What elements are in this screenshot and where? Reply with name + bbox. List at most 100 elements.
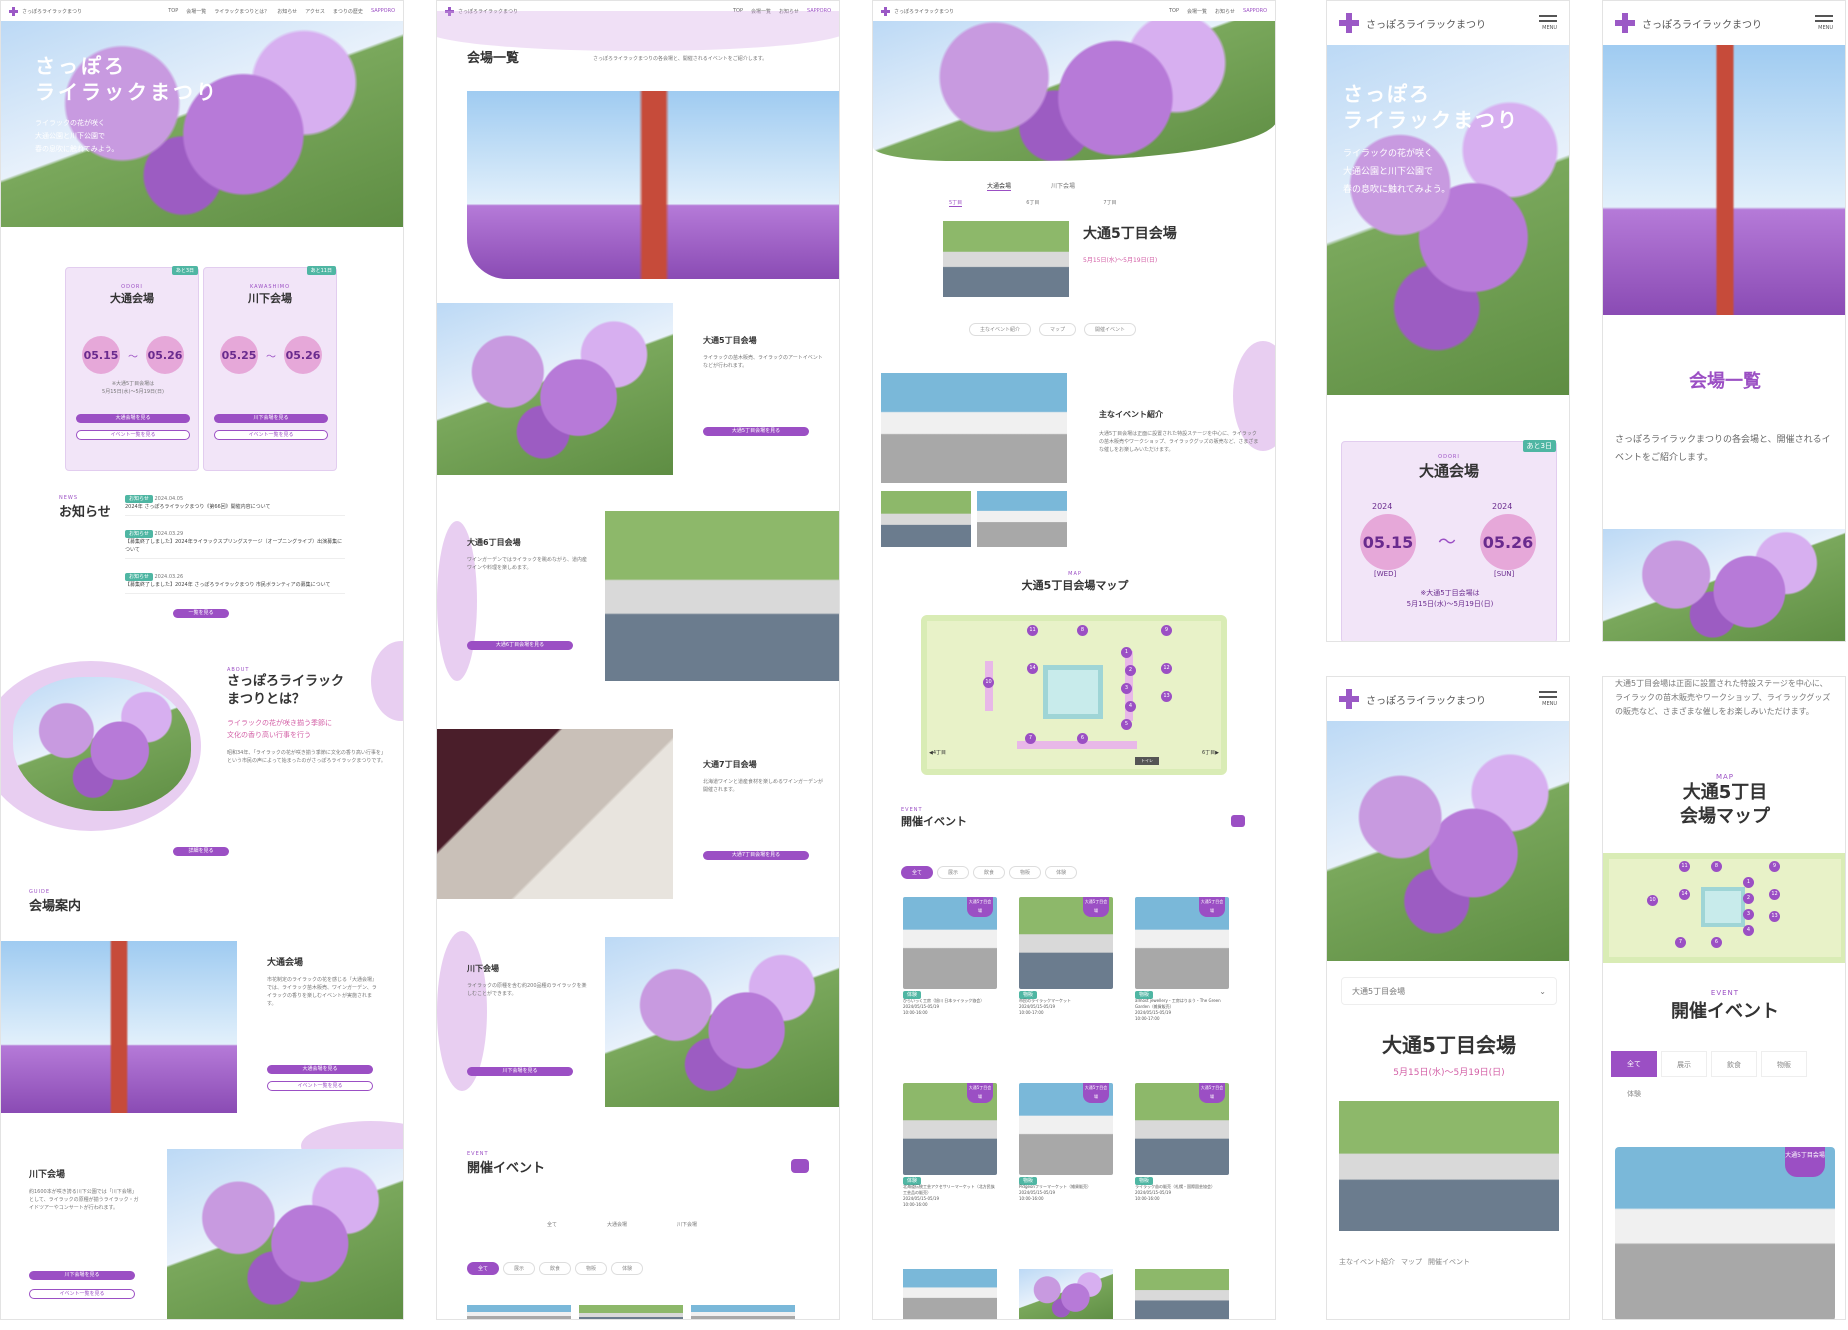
chip-exhibit[interactable]: 展示 (937, 866, 970, 879)
site-logo[interactable]: さっぽろライラックまつり (1615, 13, 1762, 33)
tab-kawashimo[interactable]: 川下会場 (677, 1221, 697, 1228)
nav-item[interactable]: SAPPORO (1243, 8, 1267, 15)
site-logo[interactable]: さっぽろライラックまつり (9, 6, 82, 16)
site-logo[interactable]: さっぽろライラックまつり (1339, 13, 1486, 33)
chip-food[interactable]: 飲食 (1711, 1051, 1757, 1077)
event-card[interactable]: 大通5丁目会場 物販 市民のライラックマーケット 2024/05/15-05/19 1… (1019, 897, 1113, 1016)
chip-all[interactable]: 全て (1611, 1051, 1657, 1077)
venue-7-button[interactable]: 大通7丁目会場を見る (703, 851, 809, 860)
map-pin[interactable]: 7 (1025, 733, 1036, 744)
news-more-button[interactable]: 一覧を見る (173, 609, 229, 618)
event-card[interactable]: 大通5丁目会場 物販 almost jewellery・工房はりまう・The Gr… (1135, 897, 1229, 1022)
map-pin[interactable]: 6 (1711, 937, 1722, 948)
map-pin[interactable]: 10 (1647, 895, 1658, 906)
anchor-events[interactable]: 開催イベント (1084, 323, 1137, 336)
nav-item[interactable]: アクセス (305, 8, 325, 15)
anchor-intro[interactable]: 主なイベント紹介 (1339, 1257, 1395, 1267)
venue-card-odori[interactable]: あと3日 ODORI 大通会場 2024 05.15 [WED] 〜 2024 … (1341, 440, 1557, 641)
chip-experience[interactable]: 体験 (1611, 1081, 1657, 1107)
venue-select[interactable]: 大通5丁目会場 ⌄ (1341, 977, 1557, 1005)
venue-5-button[interactable]: 大通5丁目会場を見る (703, 427, 809, 436)
map-pin[interactable]: 3 (1743, 909, 1754, 920)
map-pin[interactable]: 11 (1027, 625, 1038, 636)
map-pin[interactable]: 14 (1027, 663, 1038, 674)
anchor-intro[interactable]: 主なイベント紹介 (969, 323, 1032, 336)
event-card[interactable]: 大通5丁目会場 物販 ライラック苗の販売（札幌・国際園芸協会） 2024/05/15… (1135, 1083, 1229, 1202)
site-logo[interactable]: さっぽろライラックまつり (1339, 689, 1486, 709)
event-card[interactable]: 大通5丁目会場 体験 ひらいっく工房（旭川 日本ライラック協会） 2024/05/1… (903, 897, 997, 1016)
tab-block-5[interactable]: 5丁目 (949, 199, 963, 207)
nav-item[interactable]: TOP (168, 8, 178, 15)
event-card[interactable]: 大通5丁目会場 体験 北海道伝統工芸アクセサリーマーケット（北方民族工芸品の販売）… (903, 1083, 997, 1208)
chip-exhibit[interactable]: 展示 (1661, 1051, 1707, 1077)
map-pin[interactable]: 8 (1711, 861, 1722, 872)
map-pin[interactable]: 2 (1125, 665, 1136, 676)
venue-kawashimo-button[interactable]: 川下会場を見る (467, 1067, 573, 1076)
venue-card-odori[interactable]: あと3日 ODORI 大通会場 05.15 〜 05.26 ※大通5丁目会場は 5… (65, 266, 199, 471)
nav-item[interactable]: お知らせ (277, 8, 297, 15)
chip-all[interactable]: 全て (467, 1262, 500, 1275)
odori-event-button[interactable]: イベント一覧を見る (267, 1081, 373, 1091)
map-pin[interactable]: 4 (1125, 701, 1136, 712)
venue-6-button[interactable]: 大通6丁目会場を見る (467, 641, 573, 650)
event-card-image[interactable]: 大通5丁目会場 (1615, 1147, 1835, 1319)
news-item[interactable]: お知らせ 2024.03.26 【募集終了しました】2024年 さっぽろライラッ… (125, 573, 345, 594)
nav-item[interactable]: まつりの歴史 (333, 8, 363, 15)
chip-food[interactable]: 飲食 (973, 866, 1006, 879)
nav-item[interactable]: お知らせ (1215, 8, 1235, 15)
tab-odori[interactable]: 大通会場 (607, 1221, 627, 1228)
news-item[interactable]: お知らせ 2024.04.05 2024年 さっぽろライラックまつり《第66回》… (125, 495, 345, 516)
map-pin[interactable]: 13 (1161, 691, 1172, 702)
map-pin[interactable]: 1 (1743, 877, 1754, 888)
venue-detail-button[interactable]: 川下会場を見る (214, 414, 328, 423)
map-pin[interactable]: 8 (1077, 625, 1088, 636)
nav-item[interactable]: 会場一覧 (1187, 8, 1207, 15)
anchor-map[interactable]: マップ (1039, 323, 1077, 336)
tab-all[interactable]: 全て (547, 1221, 557, 1228)
chip-experience[interactable]: 体験 (1045, 866, 1078, 879)
nav-item[interactable]: TOP (1169, 8, 1179, 15)
chip-food[interactable]: 飲食 (539, 1262, 572, 1275)
map-pin[interactable]: 9 (1161, 625, 1172, 636)
chip-experience[interactable]: 体験 (611, 1262, 644, 1275)
venue-card-kawashimo[interactable]: あと11日 KAWASHIMO 川下会場 05.25 〜 05.26 川下会場を… (203, 266, 337, 471)
map-pin[interactable]: 2 (1743, 893, 1754, 904)
map-pin[interactable]: 6 (1077, 733, 1088, 744)
chip-goods[interactable]: 物販 (575, 1262, 608, 1275)
site-logo[interactable]: さっぽろライラックまつり (881, 6, 954, 16)
venue-map[interactable]: 11 8 9 1 2 3 4 5 10 14 12 13 7 6 ◀4丁目 6丁… (921, 615, 1227, 775)
map-pin[interactable]: 3 (1121, 683, 1132, 694)
chip-exhibit[interactable]: 展示 (503, 1262, 536, 1275)
map-pin[interactable]: 12 (1161, 663, 1172, 674)
grid-view-icon[interactable] (791, 1159, 809, 1173)
tab-block-7[interactable]: 7丁目 (1103, 199, 1116, 207)
map-pin[interactable]: 5 (1121, 719, 1132, 730)
event-card[interactable]: 大通5丁目会場 物販 Pidgeonフリーマーケット（雑貨販売） 2024/05/1… (1019, 1083, 1113, 1202)
grid-view-icon[interactable] (1231, 815, 1245, 827)
venue-map[interactable]: 11 8 9 1 2 3 4 10 14 12 13 7 6 (1603, 853, 1845, 963)
nav-item[interactable]: ライラックまつりとは？ (214, 8, 269, 15)
tab-kawashimo[interactable]: 川下会場 (1051, 181, 1075, 191)
anchor-map[interactable]: マップ (1401, 1257, 1422, 1267)
map-pin[interactable]: 11 (1679, 861, 1690, 872)
kawashimo-event-button[interactable]: イベント一覧を見る (29, 1289, 135, 1299)
venue-detail-button[interactable]: 大通会場を見る (76, 414, 190, 423)
chip-all[interactable]: 全て (901, 866, 934, 879)
map-pin[interactable]: 13 (1769, 911, 1780, 922)
news-item[interactable]: お知らせ 2024.03.29 【募集終了しました】2024年ライラックスプリン… (125, 530, 345, 559)
menu-icon[interactable]: MENU (1539, 691, 1557, 707)
menu-icon[interactable]: MENU (1539, 15, 1557, 31)
map-pin[interactable]: 10 (983, 677, 994, 688)
about-detail-button[interactable]: 詳細を見る (173, 847, 229, 856)
map-pin[interactable]: 9 (1769, 861, 1780, 872)
menu-icon[interactable]: MENU (1815, 15, 1833, 31)
chip-goods[interactable]: 物販 (1009, 866, 1042, 879)
tab-block-6[interactable]: 6丁目 (1026, 199, 1039, 207)
anchor-events[interactable]: 開催イベント (1428, 1257, 1470, 1267)
nav-item[interactable]: 会場一覧 (186, 8, 206, 15)
event-list-button[interactable]: イベント一覧を見る (76, 430, 190, 440)
kawashimo-detail-button[interactable]: 川下会場を見る (29, 1271, 135, 1280)
chip-goods[interactable]: 物販 (1761, 1051, 1807, 1077)
event-list-button[interactable]: イベント一覧を見る (214, 430, 328, 440)
tab-odori[interactable]: 大通会場 (987, 181, 1012, 191)
